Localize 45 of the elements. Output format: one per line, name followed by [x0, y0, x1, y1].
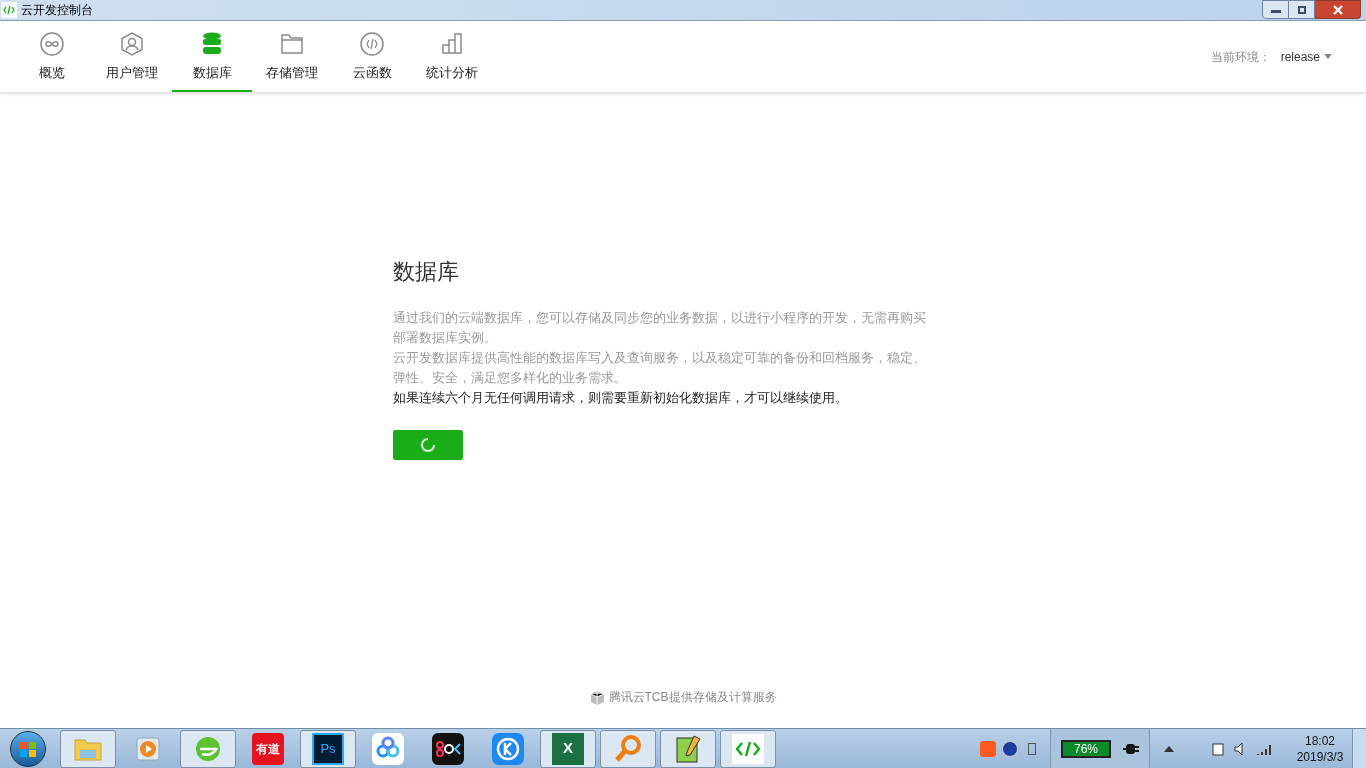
power-plug-icon	[1123, 741, 1139, 756]
window-title: 云开发控制台	[21, 2, 93, 19]
page-title: 数据库	[393, 258, 460, 286]
battery-percent: 76%	[1074, 740, 1098, 758]
nav-tab[interactable]: 统计分析	[412, 21, 492, 92]
nav-tab[interactable]: 存储管理	[252, 21, 332, 92]
nav-tab[interactable]: 用户管理	[92, 21, 172, 92]
nav-tab[interactable]: 数据库	[172, 21, 252, 92]
restore-button[interactable]	[1289, 0, 1315, 19]
start-button[interactable]	[10, 730, 46, 767]
notice-text: 如果连续六个月无任何调用请求，则需要重新初始化数据库，才可以继续使用。	[393, 389, 849, 407]
browser-icon	[194, 734, 222, 763]
cloud-icon	[372, 732, 404, 765]
play-icon	[135, 735, 161, 762]
app-icon: Ps	[312, 732, 344, 765]
taskbar-app[interactable]: Ps	[300, 729, 356, 768]
code-icon	[359, 30, 385, 57]
spreadsheet-icon: X	[552, 732, 584, 765]
app-icon	[492, 732, 524, 765]
nav-tab[interactable]: 概览	[12, 21, 92, 92]
bar-chart-icon	[439, 30, 465, 57]
description-text: 云开发数据库提供高性能的数据库写入及查询服务，以及稳定可靠的备份和回档服务，稳定、弹性、安全，满足您多样化的业务需求。	[393, 349, 927, 387]
code-icon	[3, 5, 15, 15]
user-icon	[119, 30, 145, 57]
close-icon	[1331, 4, 1344, 15]
app-icon: 有道	[252, 732, 284, 765]
cube-logo-icon	[589, 689, 605, 705]
minimize-button[interactable]	[1262, 0, 1289, 19]
magnifier-icon	[613, 733, 643, 764]
app-icon	[432, 732, 464, 765]
footer-text: 腾讯云TCB提供存储及计算服务	[608, 689, 777, 706]
show-hidden-icons-icon[interactable]	[1164, 745, 1174, 752]
environment-label: 当前环境：	[1210, 48, 1271, 66]
signal-icon[interactable]	[1256, 742, 1274, 755]
close-button[interactable]	[1315, 0, 1361, 19]
description-text: 通过我们的云端数据库，您可以存储及同步您的业务数据，以进行小程序的开发，无需再购买部署数据库实例。	[393, 309, 927, 347]
environment-dropdown[interactable]: release	[1280, 47, 1332, 66]
infinity-icon	[39, 30, 65, 57]
taskbar-app[interactable]: X	[540, 729, 596, 768]
notepad-icon	[674, 733, 702, 764]
caret-icon	[1324, 54, 1332, 59]
taskbar-app[interactable]: 有道	[240, 729, 296, 768]
nav-tab[interactable]: 云函数	[332, 21, 412, 92]
code-icon	[732, 733, 764, 764]
clock[interactable]: 18:02 2019/3/3	[1288, 732, 1352, 765]
